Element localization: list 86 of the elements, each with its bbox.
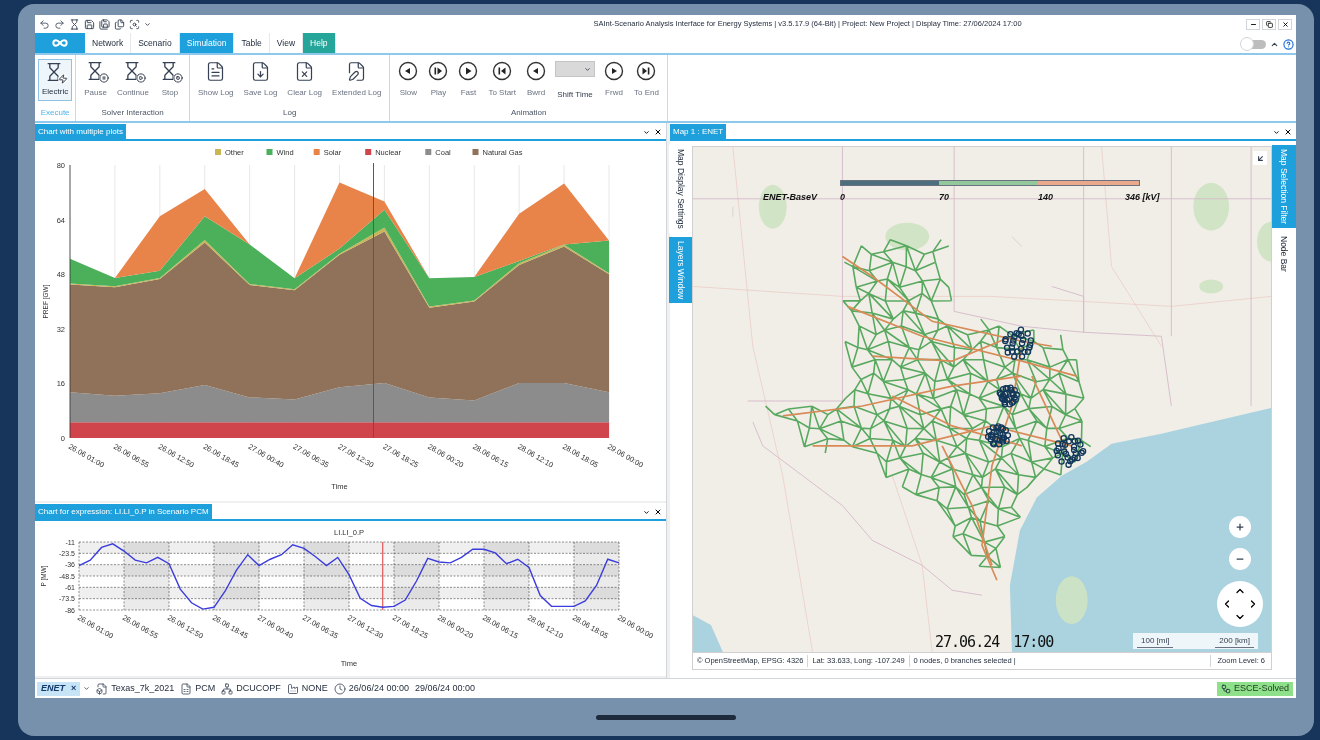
status-text: 26/06/24 00:00 — [348, 681, 409, 695]
step-back-icon — [526, 61, 546, 81]
picture-time-cursor — [382, 541, 384, 611]
scale-label: 100 [mi] — [1137, 635, 1174, 648]
customize-caret-icon[interactable] — [144, 20, 151, 28]
ribbon-button[interactable]: Frwd — [599, 59, 629, 101]
ribbon-button[interactable]: Pause — [79, 59, 112, 101]
group-label: Execute — [40, 107, 70, 119]
close-icon[interactable] — [654, 128, 662, 136]
network-icon — [221, 682, 234, 695]
legend-tick-label: 70 — [939, 191, 949, 204]
fast-forward-icon — [458, 61, 479, 81]
files-icon[interactable] — [114, 18, 125, 30]
close-icon[interactable] — [1284, 128, 1292, 136]
ribbon-button[interactable]: Show Log — [192, 59, 239, 101]
restore-button[interactable] — [1262, 18, 1276, 30]
legend-title: ENET-BaseV — [763, 191, 818, 204]
ribbon-button[interactable]: Slow — [393, 59, 424, 101]
rewind-icon — [398, 61, 419, 81]
legend-tick-label: 0 — [840, 191, 845, 204]
help-icon[interactable] — [1283, 39, 1294, 50]
ribbon-tab[interactable]: Simulation — [179, 33, 235, 53]
group-label: Log — [283, 107, 297, 119]
ribbon-button[interactable]: To End — [629, 59, 664, 101]
scan-icon[interactable] — [129, 18, 140, 30]
status-text: 29/06/24 00:00 — [414, 681, 475, 695]
dropdown-icon[interactable] — [1273, 128, 1280, 136]
side-tab[interactable]: Map Selection Filter — [1271, 145, 1297, 229]
ribbon-tab[interactable]: Help — [303, 33, 336, 53]
minimize-button[interactable] — [1246, 18, 1260, 30]
workflow-icon — [1220, 683, 1231, 694]
play-icon — [428, 61, 449, 81]
scale-label: 200 [km] — [1215, 635, 1254, 648]
caret-icon — [584, 65, 591, 73]
map-date: 27.06.24 — [935, 635, 1000, 650]
collapse-ribbon-icon[interactable] — [1270, 40, 1279, 49]
ribbon-button[interactable]: Stop — [153, 59, 186, 101]
group-label: Animation — [510, 107, 547, 119]
side-tab[interactable]: Layers Window — [668, 236, 694, 303]
close-button[interactable] — [1278, 18, 1292, 30]
map-time: 17:00 — [1013, 635, 1054, 650]
close-icon[interactable] — [654, 508, 662, 516]
skip-forward-icon — [636, 61, 657, 81]
ribbon-button[interactable]: Bwrd — [521, 59, 551, 101]
factory-icon — [286, 682, 299, 695]
plus-icon — [1235, 522, 1245, 532]
ribbon-button[interactable]: Fast — [453, 59, 484, 101]
panel-tab[interactable]: Chart with multiple plots — [35, 124, 126, 139]
undo-icon[interactable] — [39, 18, 50, 30]
ribbon-toggle-button[interactable]: Electric — [38, 59, 73, 101]
status-text: NONE — [301, 681, 328, 695]
panel-tab[interactable]: Chart for expression: LI.LI_0.P in Scenario PCM — [35, 504, 212, 519]
panel-tab[interactable]: Map 1 : ENET — [670, 124, 727, 139]
ribbon-button[interactable]: To Start — [483, 59, 521, 101]
solver-status-text: ESCE-Solved — [1233, 681, 1289, 695]
status-text: Texas_7k_2021 — [111, 681, 175, 695]
collapse-icon — [1255, 153, 1265, 163]
restore-icon — [1265, 20, 1273, 28]
spreadsheet-icon — [180, 682, 193, 695]
step-forward-icon — [604, 61, 624, 81]
close-tab-button[interactable]: × — [71, 681, 77, 696]
status-text: DCUCOPF — [236, 681, 281, 695]
collapse-button[interactable] — [1253, 151, 1267, 165]
save-icon[interactable] — [84, 18, 95, 30]
status-text: PCM — [195, 681, 216, 695]
ribbon-button[interactable]: Clear Log — [282, 59, 328, 101]
legend-tick-label: 346 [kV] — [1125, 191, 1160, 204]
ribbon-button[interactable]: Continue — [111, 59, 154, 101]
ribbon-button[interactable]: Save Log — [238, 59, 283, 101]
dropdown-label: Shift Time — [557, 89, 593, 101]
redo-icon[interactable] — [54, 18, 65, 30]
ribbon-button[interactable]: Play — [423, 59, 454, 101]
file-icon — [96, 682, 109, 695]
close-icon — [1281, 20, 1289, 28]
network-tab[interactable]: ENET × — [37, 681, 81, 696]
skip-back-icon — [492, 61, 513, 81]
legend-tick-label: 140 — [1038, 191, 1054, 204]
group-label: Solver Interaction — [101, 107, 164, 119]
ribbon-button[interactable]: Extended Log — [327, 59, 387, 101]
dropdown-icon[interactable] — [643, 508, 650, 516]
clock-icon — [333, 682, 346, 695]
toggle-switch[interactable] — [1242, 40, 1266, 49]
network-name: ENET — [41, 681, 65, 695]
dropdown-icon[interactable] — [643, 128, 650, 136]
hourglass-icon[interactable] — [69, 18, 80, 30]
save-all-icon[interactable] — [99, 18, 110, 30]
